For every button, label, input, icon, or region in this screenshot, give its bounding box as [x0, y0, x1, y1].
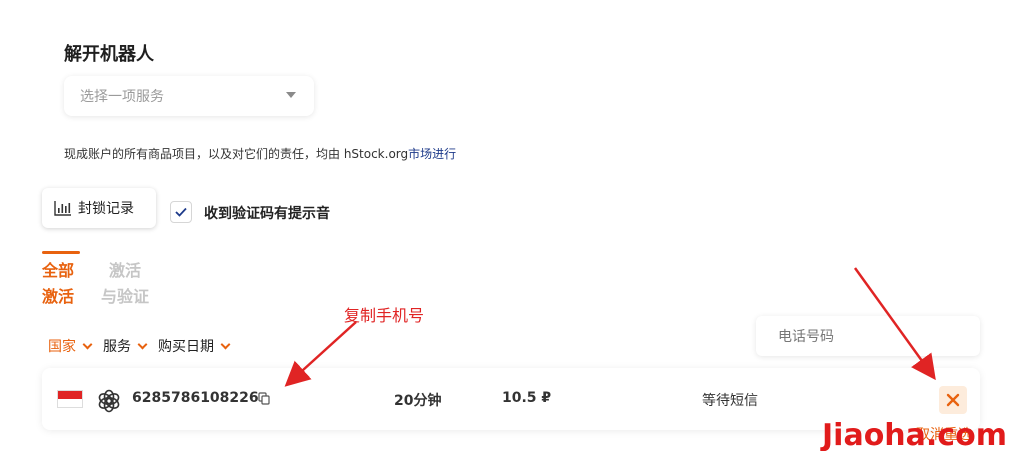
- annotation-arrows: [284, 267, 936, 387]
- arrow-to-phone: [284, 321, 357, 387]
- arrow-to-cancel: [853, 267, 936, 381]
- watermark: Jiaoha.com: [822, 418, 1007, 451]
